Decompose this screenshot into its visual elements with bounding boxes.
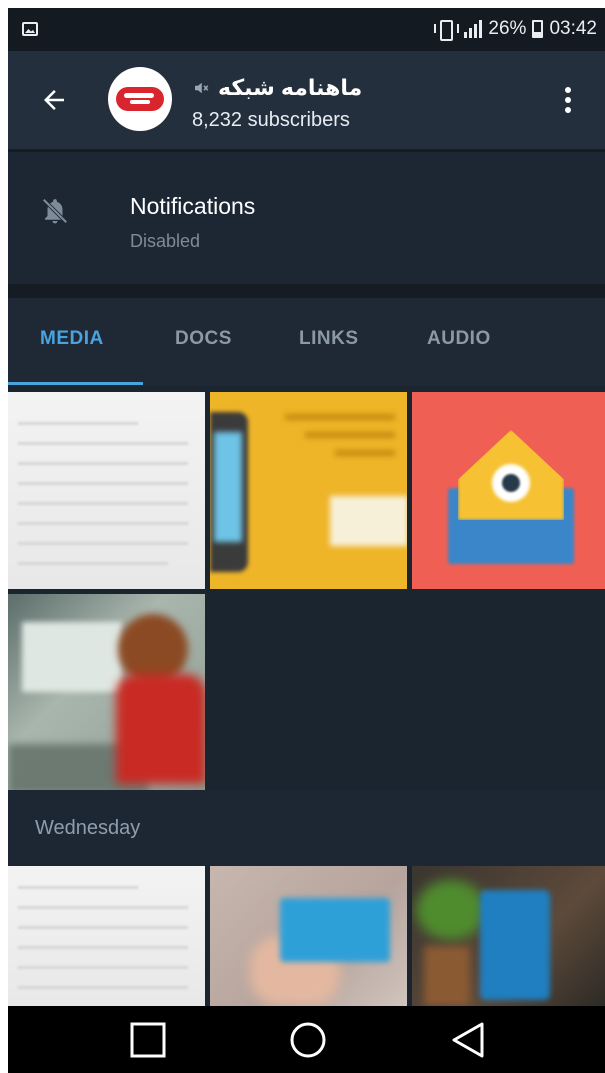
- home-circle-icon[interactable]: [288, 1020, 328, 1060]
- back-triangle-icon[interactable]: [448, 1020, 488, 1060]
- status-indicators: 26% 03:42: [434, 18, 597, 41]
- phone-screen: 26% 03:42 ماهنامه شبکه 8,232 subscribers: [8, 8, 605, 1073]
- channel-name: ماهنامه شبکه: [218, 75, 363, 100]
- vibrate-icon: [434, 19, 460, 41]
- clock: 03:42: [549, 18, 597, 39]
- channel-logo: [116, 87, 164, 111]
- navigation-bar: [8, 1006, 605, 1073]
- media-thumbnail[interactable]: [8, 392, 205, 589]
- media-thumbnail[interactable]: [412, 866, 605, 1006]
- media-grid: [8, 866, 605, 1006]
- avatar[interactable]: [108, 67, 172, 131]
- arrow-left-icon[interactable]: [38, 85, 70, 115]
- tab-links[interactable]: LINKS: [299, 328, 359, 350]
- muted-icon: [195, 82, 209, 94]
- tab-media[interactable]: MEDIA: [40, 328, 104, 350]
- status-bar: 26% 03:42: [8, 8, 605, 51]
- notifications-status: Disabled: [130, 231, 201, 251]
- media-thumbnail[interactable]: [210, 866, 407, 1006]
- signal-icon: [462, 20, 483, 38]
- date-header: Wednesday: [8, 790, 605, 866]
- tab-docs[interactable]: DOCS: [175, 328, 232, 350]
- channel-header: ماهنامه شبکه 8,232 subscribers: [8, 51, 605, 149]
- channel-title-row[interactable]: ماهنامه شبکه: [192, 73, 392, 103]
- media-thumbnail[interactable]: [210, 392, 407, 589]
- notifications-label: Notifications: [130, 193, 256, 219]
- recents-square-icon[interactable]: [128, 1020, 168, 1060]
- media-thumbnail[interactable]: [412, 392, 605, 589]
- date-label: Wednesday: [35, 817, 141, 839]
- battery-percent: 26%: [488, 18, 527, 39]
- battery-icon: [532, 20, 544, 38]
- subscriber-count: 8,232 subscribers: [192, 109, 350, 131]
- image-icon: [22, 22, 38, 36]
- media-thumbnail[interactable]: [8, 594, 205, 790]
- media-thumbnail[interactable]: [8, 866, 205, 1006]
- bell-off-icon: [42, 198, 68, 224]
- notifications-row[interactable]: Notifications Disabled: [8, 152, 605, 284]
- media-grid: [8, 386, 605, 790]
- media-tabs: MEDIA DOCS LINKS AUDIO: [8, 298, 605, 386]
- tab-audio[interactable]: AUDIO: [427, 328, 491, 350]
- more-vert-icon[interactable]: [564, 87, 572, 115]
- tab-indicator: [8, 382, 143, 385]
- section-gap: [8, 284, 605, 298]
